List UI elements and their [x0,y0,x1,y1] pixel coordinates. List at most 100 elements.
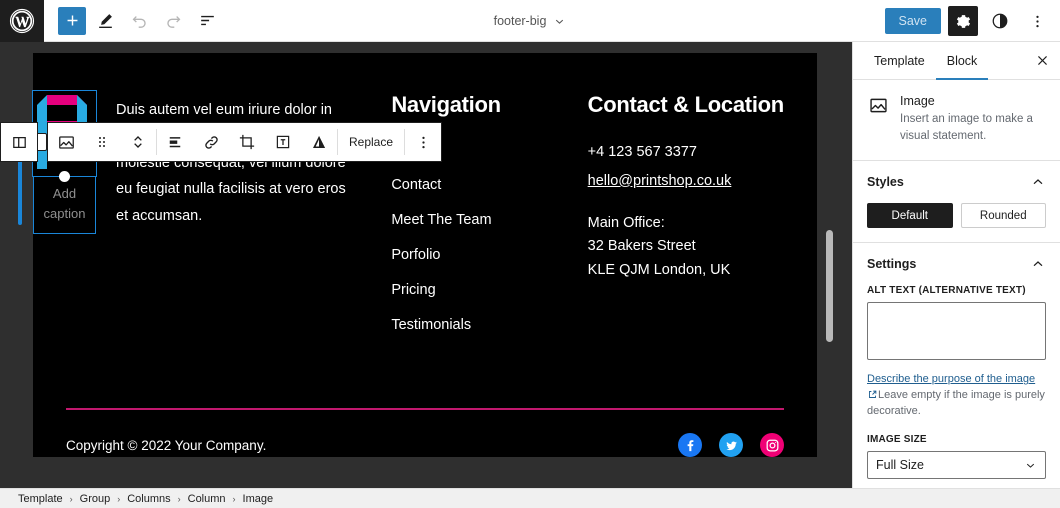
link-icon[interactable] [193,123,229,161]
styles-panel-body: Default Rounded [853,203,1060,242]
nav-link-meet-the-team[interactable]: Meet The Team [391,212,491,228]
list-item: Pricing [391,281,587,299]
image-resize-handle-bottom[interactable] [59,171,70,182]
list-view-button[interactable] [192,6,222,36]
save-button[interactable]: Save [884,8,941,34]
redo-button[interactable] [158,6,188,36]
block-settings-sidebar: Template Block Image Insert an image to … [852,42,1060,488]
nav-link-pricing[interactable]: Pricing [391,282,435,298]
image-block[interactable]: Add caption [18,90,102,234]
breadcrumb-separator: › [232,493,236,504]
settings-panel-header[interactable]: Settings [853,243,1060,285]
text-over-image-icon[interactable] [265,123,301,161]
settings-gear-button[interactable] [948,6,978,36]
move-updown-icon[interactable] [120,123,156,161]
alt-text-help-rest: Leave empty if the image is purely decor… [867,389,1045,418]
chevron-down-icon [556,19,564,24]
navigation-heading[interactable]: Navigation [391,91,587,119]
wordpress-logo[interactable] [0,0,44,42]
image-size-select[interactable]: Full Size [867,451,1046,480]
contact-address[interactable]: Main Office: 32 Bakers Street KLE QJM Lo… [588,212,784,282]
drag-handle-icon[interactable] [84,123,120,161]
editor-header: footer-big Save [0,0,1060,42]
styles-contrast-button[interactable] [985,6,1015,36]
breadcrumb: Template › Group › Columns › Column › Im… [0,488,1060,508]
column-contact: Contact & Location +4 123 567 3377 hello… [588,91,785,282]
breadcrumb-item-image[interactable]: Image [243,493,274,505]
address-line-2: KLE QJM London, UK [587,261,731,278]
parent-block-selector [0,122,38,162]
breadcrumb-item-column[interactable]: Column [188,493,226,505]
facebook-icon[interactable] [678,433,702,457]
nav-link-testimonials[interactable]: Testimonials [391,317,471,333]
twitter-icon[interactable] [719,433,743,457]
contact-heading[interactable]: Contact & Location [588,91,785,119]
tab-template[interactable]: Template [863,42,936,80]
image-icon[interactable] [48,123,84,161]
align-icon[interactable] [157,123,193,161]
alt-text-field[interactable] [867,302,1046,361]
filter-icon[interactable] [301,123,337,161]
list-item: Meet The Team [391,211,587,229]
footer-bottom-bar: Copyright © 2022 Your Company. [66,433,784,457]
editor-canvas: Add caption Duis autem vel eum iriure do… [0,42,852,488]
breadcrumb-separator: › [69,493,73,504]
settings-panel-body: ALT TEXT (ALTERNATIVE TEXT) Describe the… [853,285,1060,488]
image-caption-input[interactable]: Add caption [33,176,96,234]
describe-image-link[interactable]: Describe the purpose of the image [867,373,1035,385]
wordpress-site-editor: footer-big Save Add caption Duis autem v… [0,0,1060,508]
breadcrumb-item-group[interactable]: Group [80,493,111,505]
breadcrumb-item-columns[interactable]: Columns [127,493,170,505]
column-image-text: Add caption Duis autem vel eum iriure do… [18,90,391,234]
alt-text-label: ALT TEXT (ALTERNATIVE TEXT) [867,285,1026,297]
block-description: Insert an image to make a visual stateme… [900,113,1033,142]
tab-block[interactable]: Block [936,42,989,80]
style-option-default[interactable]: Default [867,203,953,229]
social-links [678,433,784,457]
block-options-ellipsis-icon[interactable] [405,123,441,161]
breadcrumb-separator: › [177,493,181,504]
list-item: Testimonials [391,316,587,334]
image-icon [867,94,889,116]
edit-pencil-button[interactable] [90,6,120,36]
image-resize-handle-left[interactable] [18,151,22,225]
undo-button[interactable] [124,6,154,36]
address-line-1: 32 Bakers Street [587,238,696,255]
alt-text-help: Describe the purpose of the image Leave e… [867,372,1046,420]
block-title: Image [900,94,935,108]
chevron-down-icon [1026,463,1035,468]
image-size-value: Full Size [876,458,924,473]
copyright-text[interactable]: Copyright © 2022 Your Company. [66,438,266,453]
sidebar-tabs: Template Block [853,42,1060,80]
nav-link-contact[interactable]: Contact [391,177,441,193]
style-variations: Default Rounded [867,203,1046,229]
list-item: Porfolio [391,246,587,264]
footer-body-paragraph[interactable]: Duis autem vel eum iriure dolor in hendr… [116,91,346,234]
template-footer-block: Add caption Duis autem vel eum iriure do… [18,53,817,457]
breadcrumb-item-template[interactable]: Template [18,493,63,505]
add-block-button[interactable] [58,6,86,35]
options-ellipsis-button[interactable] [1022,6,1052,36]
columns-icon[interactable] [1,123,37,161]
document-title-dropdown[interactable]: footer-big [494,14,567,28]
image-block-toolbar: Replace [47,122,443,162]
styles-panel-title: Styles [867,175,904,190]
breadcrumb-separator: › [117,493,121,504]
canvas-scrollbar[interactable] [826,230,833,342]
style-option-rounded[interactable]: Rounded [960,203,1046,229]
nav-link-portfolio[interactable]: Porfolio [391,247,440,263]
block-toolbar: Replace [0,122,443,162]
navigation-list: Blog Contact Meet The Team Porfolio Pric… [391,141,587,334]
instagram-icon[interactable] [760,433,784,457]
chevron-up-icon [1033,261,1043,267]
close-icon[interactable] [1028,47,1056,75]
styles-panel-header[interactable]: Styles [853,161,1060,203]
list-item: Contact [391,176,587,194]
toolbar-drag-tab[interactable] [38,133,47,151]
footer-columns-wrapper: Add caption Duis autem vel eum iriure do… [18,53,817,351]
replace-button[interactable]: Replace [338,123,404,161]
contact-phone[interactable]: +4 123 567 3377 [588,141,784,164]
contact-email-link[interactable]: hello@printshop.co.uk [588,173,732,189]
footer-divider [66,408,784,410]
crop-icon[interactable] [229,123,265,161]
